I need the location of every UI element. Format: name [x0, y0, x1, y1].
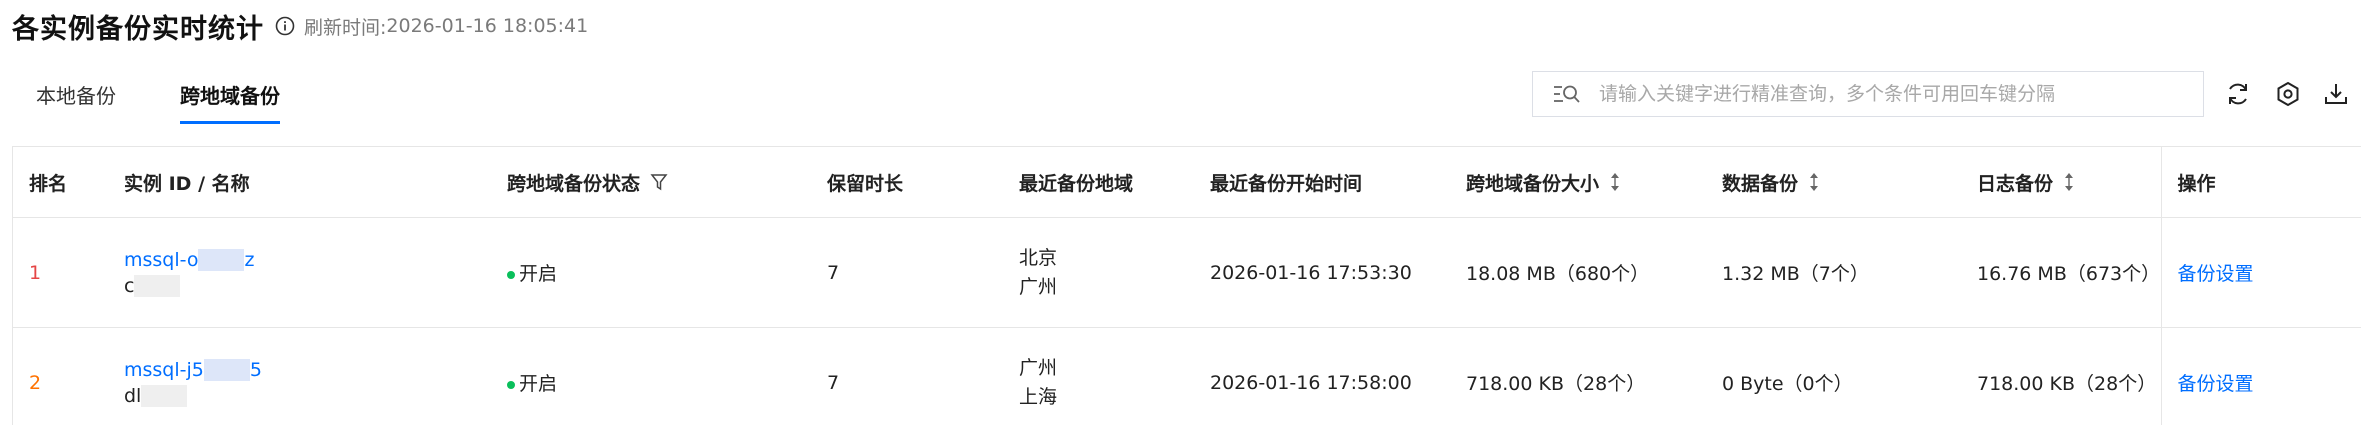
actions-cell: 备份设置: [2160, 327, 2361, 425]
table-row: 2 mssql-j5 5 dl 开启 7 广州 上海 2026-01-16 17:…: [13, 327, 2361, 425]
cross-size-cell: 718.00 KB（28个）: [1450, 327, 1706, 425]
filter-icon[interactable]: [650, 173, 668, 191]
column-status: 跨地域备份状态: [491, 147, 811, 218]
region-cell: 广州 上海: [1003, 327, 1194, 425]
actions-cell: 备份设置: [2160, 217, 2361, 328]
instance-cell: mssql-o z c: [108, 217, 491, 328]
column-region: 最近备份地域: [1003, 147, 1194, 218]
search-box[interactable]: [1532, 71, 2204, 117]
redacted-block: [203, 359, 250, 381]
instance-name: c: [124, 273, 491, 299]
instance-id-link[interactable]: mssql-o z: [124, 247, 491, 273]
redacted-block: [141, 385, 188, 407]
download-button[interactable]: [2322, 82, 2350, 110]
backup-settings-link[interactable]: 备份设置: [2178, 373, 2254, 395]
log-backup-cell: 718.00 KB（28个）: [1961, 327, 2161, 425]
column-log-backup[interactable]: 日志备份: [1961, 147, 2161, 218]
status-cell: 开启: [491, 217, 811, 328]
sort-icon[interactable]: [1808, 172, 1820, 192]
table-header-row: 排名 实例 ID / 名称 跨地域备份状态 保留时长 最近备份地域 最近备份开始…: [13, 147, 2361, 218]
start-time-cell: 2026-01-16 17:58:00: [1194, 327, 1450, 425]
rank-cell: 2: [13, 327, 108, 425]
retention-cell: 7: [811, 327, 1003, 425]
refresh-time-label: 刷新时间:: [304, 16, 387, 39]
redacted-block: [198, 249, 245, 271]
backup-settings-link[interactable]: 备份设置: [2178, 263, 2254, 285]
column-start-time: 最近备份开始时间: [1194, 147, 1450, 218]
search-filter-icon: [1553, 82, 1583, 106]
tab-cross-region-backup[interactable]: 跨地域备份: [180, 72, 280, 124]
status-on-icon: [507, 380, 515, 389]
refresh-time-value: 2026-01-16 18:05:41: [386, 15, 589, 37]
instance-name: dl: [124, 383, 491, 409]
backup-table: 排名 实例 ID / 名称 跨地域备份状态 保留时长 最近备份地域 最近备份开始…: [12, 146, 2361, 425]
log-backup-cell: 16.76 MB（673个）: [1961, 217, 2161, 328]
search-input[interactable]: [1597, 73, 2203, 115]
sort-icon[interactable]: [1609, 172, 1621, 192]
retention-cell: 7: [811, 217, 1003, 328]
backup-tabs: 本地备份 跨地域备份: [36, 72, 344, 124]
column-rank: 排名: [13, 147, 108, 218]
data-backup-cell: 1.32 MB（7个）: [1706, 217, 1961, 328]
column-data-backup[interactable]: 数据备份: [1706, 147, 1961, 218]
table-row: 1 mssql-o z c 开启 7 北京 广州 2026-01-16 17:53…: [13, 217, 2361, 328]
region-cell: 北京 广州: [1003, 217, 1194, 328]
start-time-cell: 2026-01-16 17:53:30: [1194, 217, 1450, 328]
status-on-icon: [507, 270, 515, 279]
page-title: 各实例备份实时统计: [12, 13, 264, 45]
refresh-button[interactable]: [2224, 82, 2252, 110]
column-instance: 实例 ID / 名称: [108, 147, 491, 218]
backup-stats-page: 各实例备份实时统计 刷新时间: 2026-01-16 18:05:41 本地备份…: [0, 0, 2372, 425]
column-actions: 操作: [2160, 147, 2361, 218]
refresh-icon: [2225, 81, 2251, 111]
instance-cell: mssql-j5 5 dl: [108, 327, 491, 425]
column-retention: 保留时长: [811, 147, 1003, 218]
column-cross-size[interactable]: 跨地域备份大小: [1450, 147, 1706, 218]
data-backup-cell: 0 Byte（0个）: [1706, 327, 1961, 425]
cross-size-cell: 18.08 MB（680个）: [1450, 217, 1706, 328]
settings-icon: [2275, 81, 2301, 111]
rank-cell: 1: [13, 217, 108, 328]
status-cell: 开启: [491, 327, 811, 425]
download-icon: [2323, 81, 2349, 111]
tab-local-backup[interactable]: 本地备份: [36, 72, 116, 122]
settings-button[interactable]: [2274, 81, 2302, 111]
sort-icon[interactable]: [2063, 172, 2075, 192]
info-circle-icon[interactable]: [274, 15, 296, 37]
instance-id-link[interactable]: mssql-j5 5: [124, 357, 491, 383]
redacted-block: [134, 275, 181, 297]
page-header: 各实例备份实时统计 刷新时间: 2026-01-16 18:05:41: [12, 8, 589, 45]
